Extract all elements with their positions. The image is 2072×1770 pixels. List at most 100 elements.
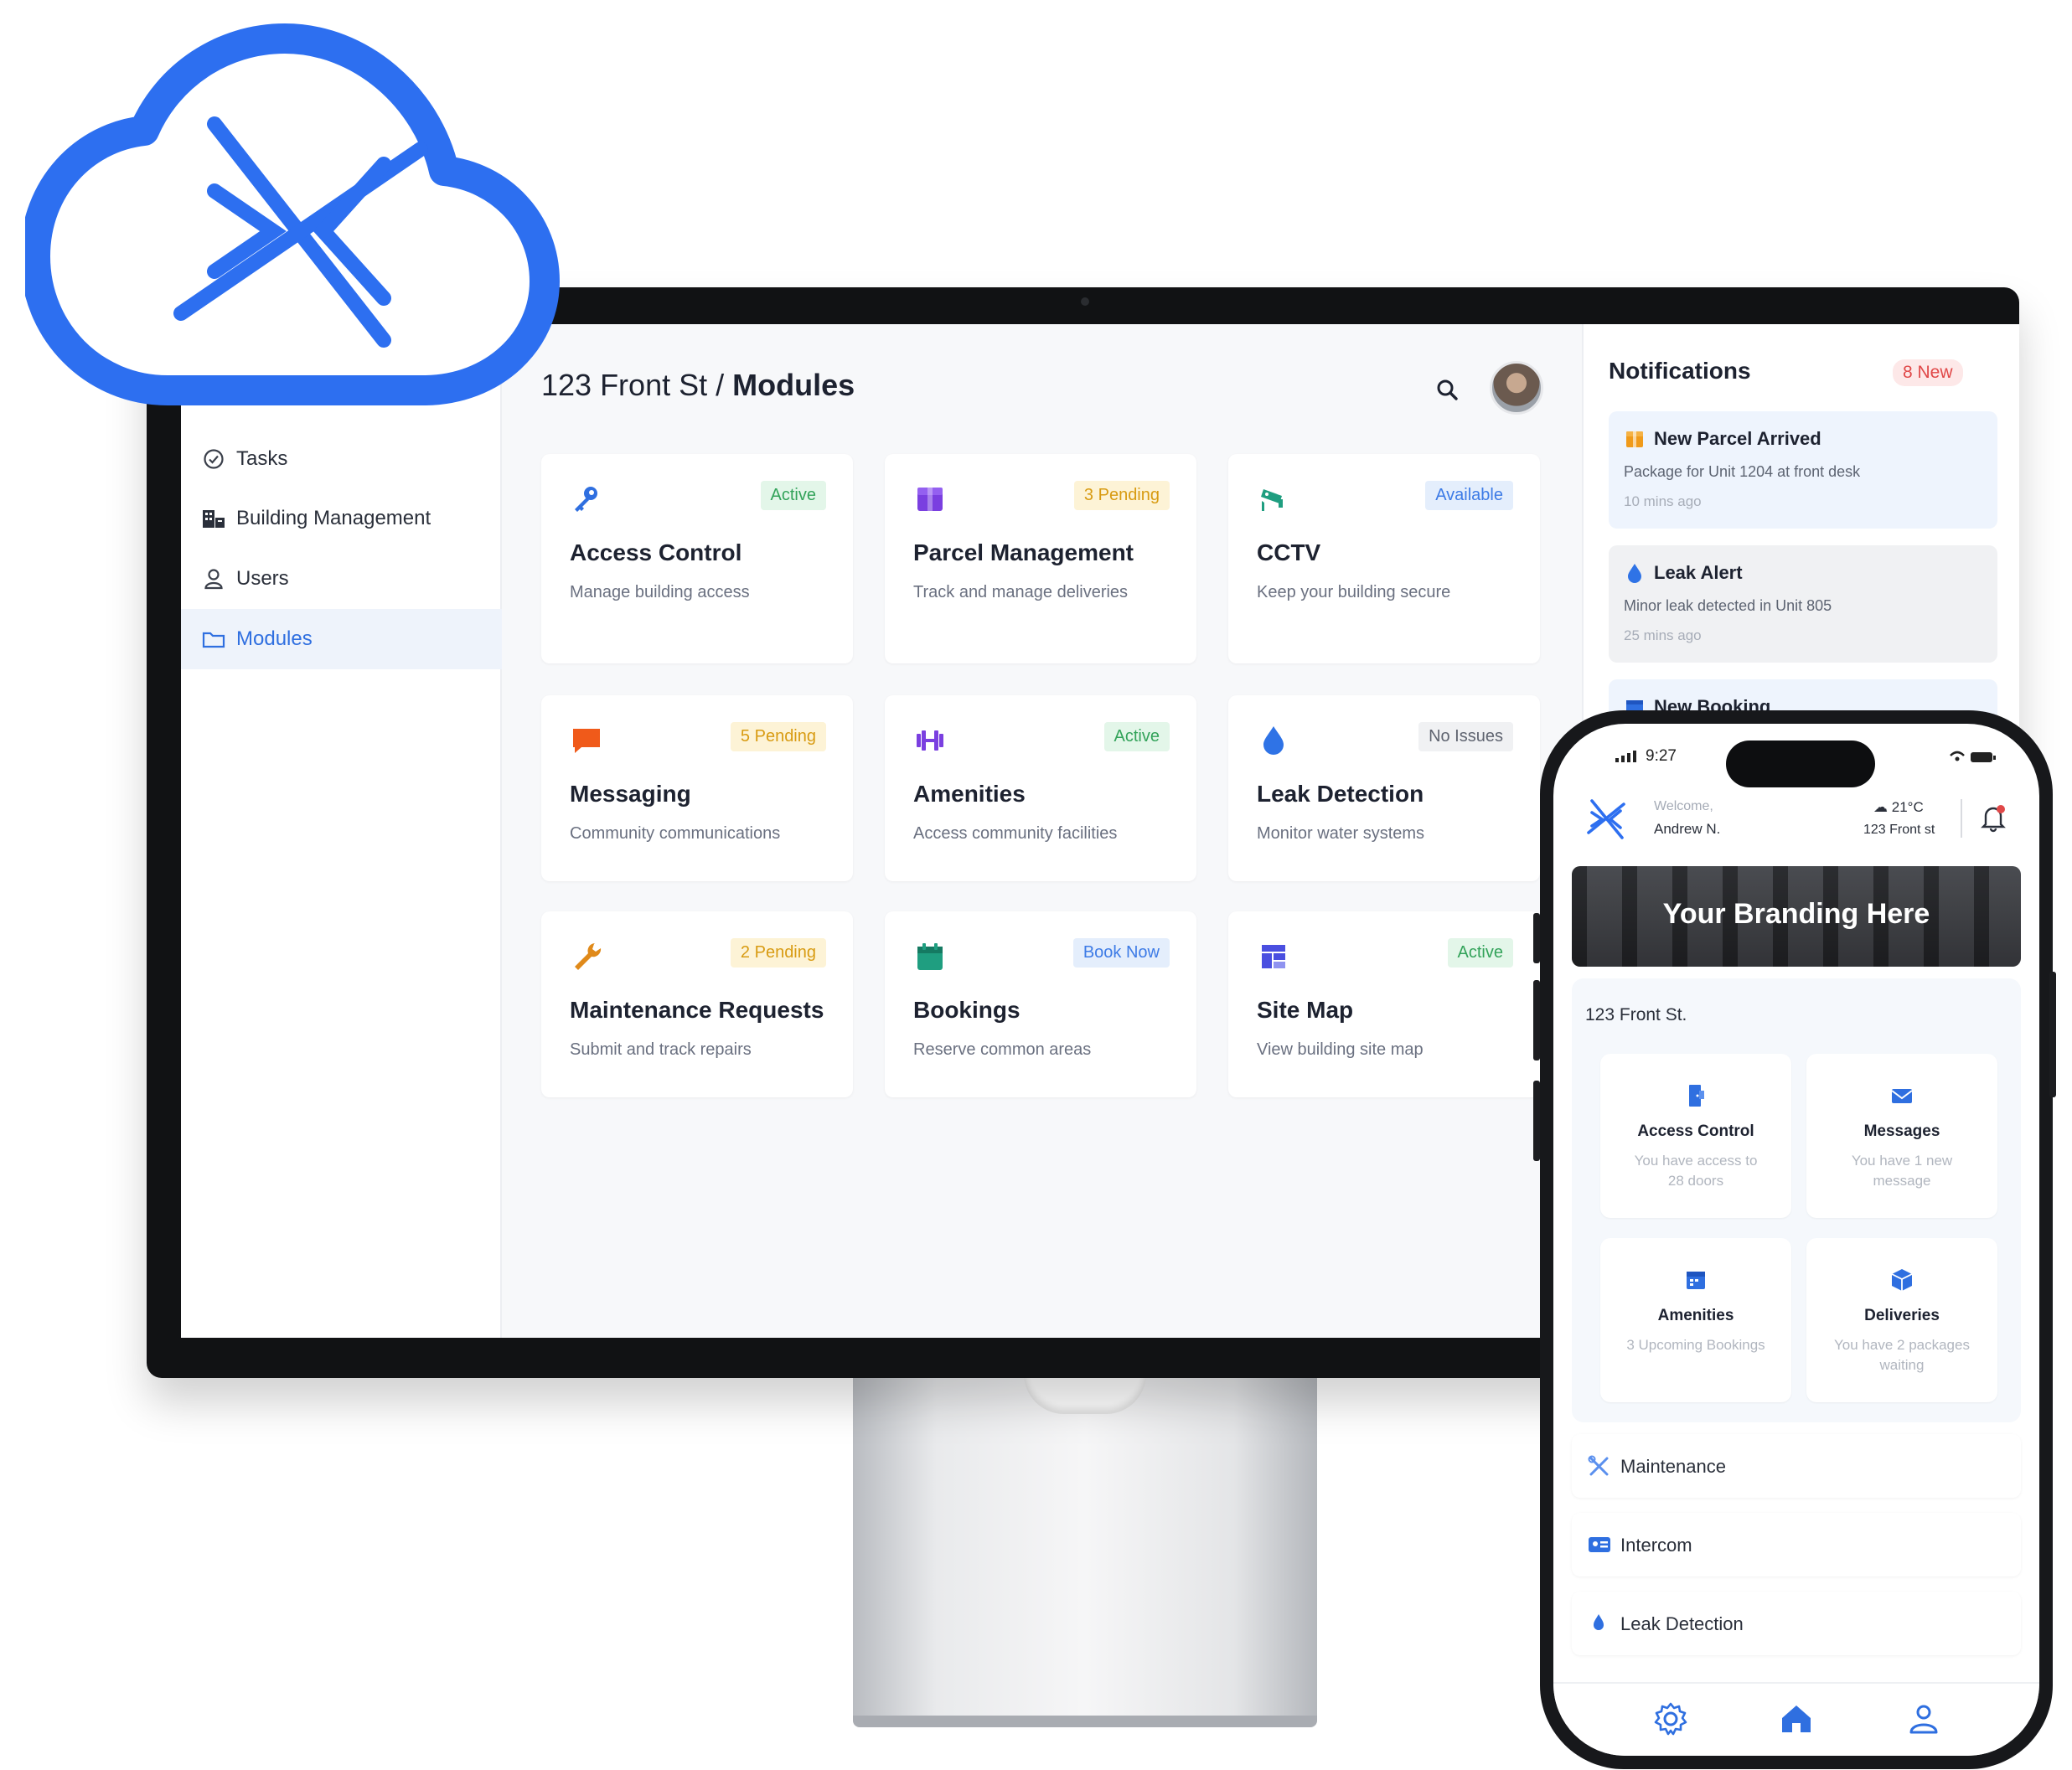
status-badge: Active bbox=[760, 481, 826, 510]
profile-icon[interactable] bbox=[1905, 1700, 1942, 1737]
package-icon bbox=[1891, 1269, 1913, 1291]
avatar[interactable] bbox=[1490, 361, 1543, 415]
home-icon[interactable] bbox=[1778, 1700, 1815, 1737]
tile-title: Deliveries bbox=[1864, 1307, 1940, 1324]
app-logo-icon bbox=[1587, 799, 1625, 839]
chat-icon bbox=[570, 724, 603, 757]
welcome-label: Welcome, bbox=[1654, 799, 1713, 813]
door-icon bbox=[1689, 1085, 1704, 1107]
phone-side-button bbox=[1533, 1081, 1540, 1161]
section-title: 123 Front St. bbox=[1585, 1005, 1687, 1024]
monitor-stand-base bbox=[853, 1716, 1317, 1727]
header-divider bbox=[1961, 799, 1962, 838]
module-card-parcel-management[interactable]: 3 Pending Parcel Management Track and mana… bbox=[885, 454, 1196, 663]
sidebar-item-building-management[interactable]: Building Management bbox=[181, 488, 502, 549]
module-card-cctv[interactable]: Available CCTV Keep your building secure bbox=[1228, 454, 1540, 663]
map-icon bbox=[1257, 940, 1290, 973]
status-badge: No Issues bbox=[1418, 722, 1513, 751]
tile-access-control[interactable]: Access Control You have access to 28 doo… bbox=[1600, 1054, 1791, 1218]
notifications-count-badge: 8 New bbox=[1893, 359, 1963, 386]
notification-item[interactable]: Leak Alert Minor leak detected in Unit 8… bbox=[1609, 545, 1997, 663]
status-badge: Available bbox=[1425, 481, 1513, 510]
notification-title: New Parcel Arrived bbox=[1654, 428, 1821, 449]
check-circle-icon bbox=[199, 447, 228, 471]
phone-power-button bbox=[2049, 972, 2056, 1097]
tile-title: Messages bbox=[1863, 1122, 1940, 1140]
row-intercom[interactable]: Intercom bbox=[1572, 1513, 2021, 1576]
notifications-title: Notifications bbox=[1609, 358, 1751, 384]
sidebar-item-tasks[interactable]: Tasks bbox=[181, 429, 502, 489]
breadcrumb: 123 Front St / Modules bbox=[541, 368, 855, 403]
wifi-battery-icon bbox=[1950, 751, 1996, 762]
module-subtitle: Monitor water systems bbox=[1257, 824, 1425, 843]
banner-text: Your Branding Here bbox=[1662, 898, 1930, 930]
row-leak-detection[interactable]: Leak Detection bbox=[1572, 1592, 2021, 1655]
module-card-messaging[interactable]: 5 Pending Messaging Community communicatio… bbox=[541, 695, 853, 881]
module-subtitle: Keep your building secure bbox=[1257, 583, 1451, 601]
tile-deliveries[interactable]: Deliveries You have 2 packages waiting bbox=[1806, 1238, 1997, 1402]
page-title: Modules bbox=[732, 368, 855, 402]
sidebar-item-modules[interactable]: Modules bbox=[181, 609, 502, 669]
module-card-site-map[interactable]: Active Site Map View building site map bbox=[1228, 911, 1540, 1097]
temperature-value: 21°C bbox=[1891, 799, 1924, 815]
module-subtitle: Submit and track repairs bbox=[570, 1040, 752, 1059]
phone-side-button bbox=[1533, 980, 1540, 1060]
notification-body: Package for Unit 1204 at front desk bbox=[1624, 463, 1861, 480]
module-subtitle: Reserve common areas bbox=[913, 1040, 1092, 1059]
sidebar-item-users[interactable]: Users bbox=[181, 549, 502, 609]
bell-icon[interactable] bbox=[1979, 802, 2007, 833]
module-title: Access Control bbox=[570, 539, 742, 565]
droplet-icon bbox=[1594, 1614, 1604, 1630]
envelope-icon bbox=[1891, 1089, 1913, 1103]
tile-amenities[interactable]: Amenities 3 Upcoming Bookings bbox=[1600, 1238, 1791, 1402]
module-card-amenities[interactable]: Active Amenities Access community faciliti… bbox=[885, 695, 1196, 881]
box-icon bbox=[1626, 431, 1643, 447]
module-title: Maintenance Requests bbox=[570, 997, 824, 1023]
module-subtitle: Track and manage deliveries bbox=[913, 583, 1129, 601]
sidebar-item-label: Users bbox=[236, 567, 289, 590]
module-title: Bookings bbox=[913, 997, 1020, 1023]
tile-subtitle: You have 2 packages waiting bbox=[1834, 1337, 1970, 1373]
notification-title: Leak Alert bbox=[1654, 562, 1743, 583]
monitor-camera bbox=[1081, 297, 1089, 306]
folder-icon bbox=[199, 627, 228, 651]
module-subtitle: Access community facilities bbox=[913, 824, 1118, 843]
user-name: Andrew N. bbox=[1654, 821, 1721, 837]
notification-item[interactable]: New Parcel Arrived Package for Unit 1204… bbox=[1609, 411, 1997, 529]
row-maintenance[interactable]: Maintenance bbox=[1572, 1434, 2021, 1498]
calendar-icon bbox=[1687, 1272, 1705, 1289]
mobile-app: 9:27 Welcome, Andrew N. ☁ 21°C 123 Front… bbox=[1553, 724, 2039, 1756]
droplet-icon bbox=[1257, 724, 1290, 757]
module-card-bookings[interactable]: Book Now Bookings Reserve common areas bbox=[885, 911, 1196, 1097]
module-subtitle: Community communications bbox=[570, 824, 781, 843]
module-title: Amenities bbox=[913, 781, 1026, 807]
row-label: Maintenance bbox=[1620, 1456, 1726, 1477]
breadcrumb-location[interactable]: 123 Front St bbox=[541, 368, 707, 402]
status-badge: 5 Pending bbox=[730, 722, 826, 751]
search-icon[interactable] bbox=[1434, 377, 1461, 404]
module-title: Parcel Management bbox=[913, 539, 1134, 565]
tile-title: Amenities bbox=[1657, 1307, 1734, 1324]
notification-time: 25 mins ago bbox=[1624, 627, 1702, 643]
wrench-icon bbox=[570, 940, 603, 973]
status-badge: Book Now bbox=[1072, 938, 1170, 968]
module-card-access-control[interactable]: Active Access Control Manage building acce… bbox=[541, 454, 853, 663]
status-time: 9:27 bbox=[1646, 747, 1677, 765]
user-icon bbox=[199, 567, 228, 591]
module-card-leak-detection[interactable]: No Issues Leak Detection Monitor water sys… bbox=[1228, 695, 1540, 881]
module-title: Site Map bbox=[1257, 997, 1354, 1023]
tile-messages[interactable]: Messages You have 1 new message bbox=[1806, 1054, 1997, 1218]
dumbbell-icon bbox=[913, 724, 947, 757]
building-address: 123 Front st bbox=[1863, 823, 1935, 837]
sidebar-item-label: Tasks bbox=[236, 447, 288, 470]
module-card-maintenance-requests[interactable]: 2 Pending Maintenance Requests Submit and … bbox=[541, 911, 853, 1097]
row-label: Intercom bbox=[1620, 1535, 1692, 1556]
calendar-icon bbox=[913, 940, 947, 973]
sidebar-item-label: Building Management bbox=[236, 507, 431, 529]
status-badge: 3 Pending bbox=[1073, 481, 1170, 510]
settings-icon[interactable] bbox=[1652, 1700, 1689, 1737]
tile-title: Access Control bbox=[1637, 1122, 1754, 1140]
tile-subtitle: 3 Upcoming Bookings bbox=[1626, 1337, 1765, 1353]
sidebar: Tasks Building Management Users Modules bbox=[181, 324, 502, 1338]
tile-subtitle: You have access to 28 doors bbox=[1634, 1153, 1758, 1189]
